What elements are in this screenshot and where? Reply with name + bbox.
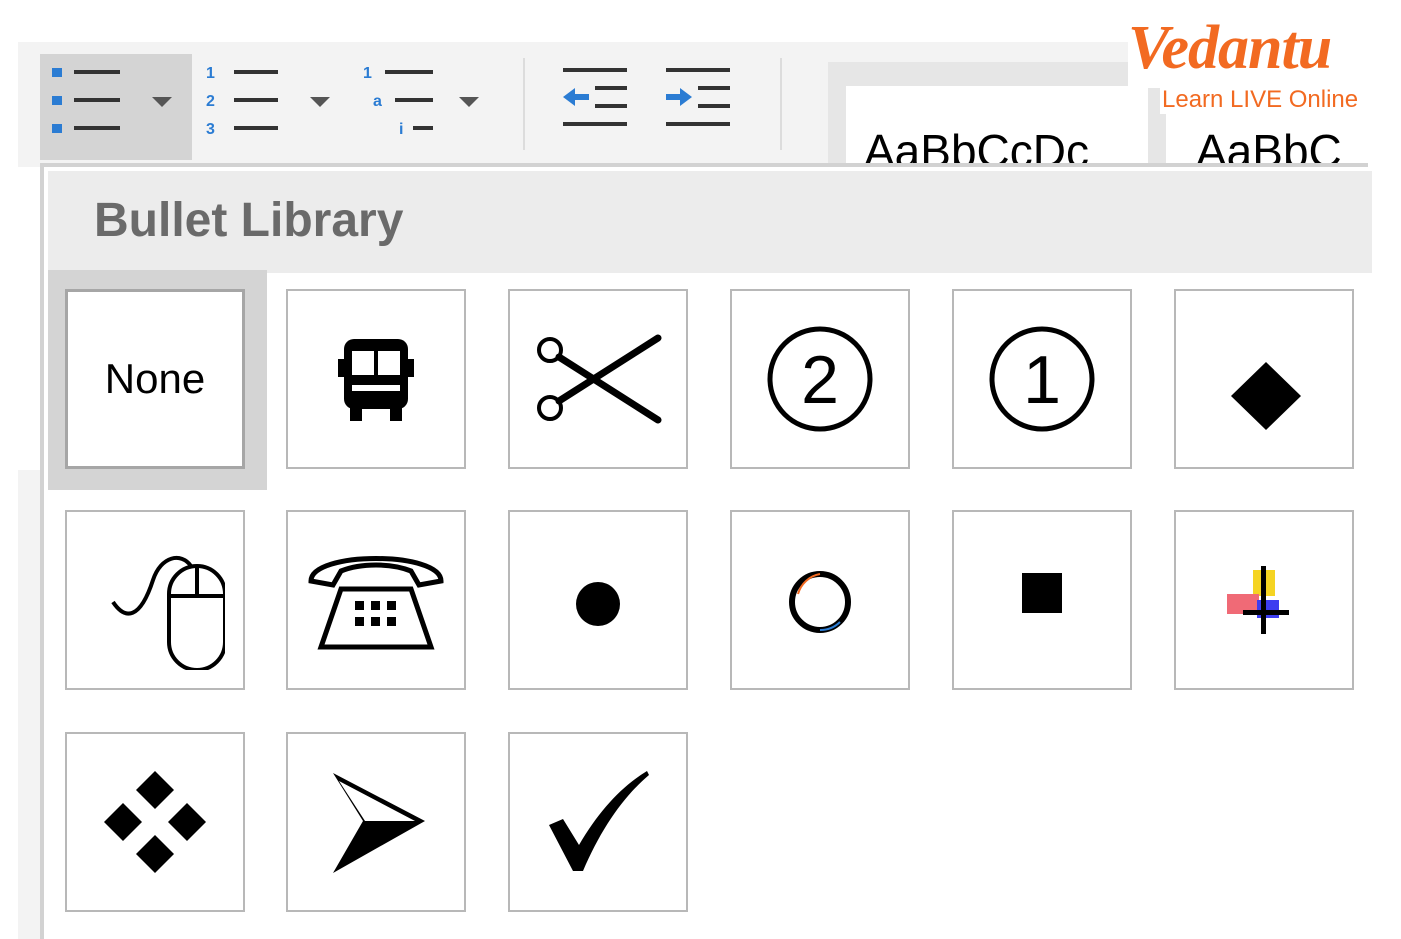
increase-indent-button[interactable] — [658, 60, 738, 140]
logo-name: Vedantu — [1128, 14, 1332, 82]
hollow-circle-icon — [789, 571, 851, 633]
bullet-circled-one[interactable]: 1 — [952, 289, 1132, 469]
bullet-circled-two[interactable]: 2 — [730, 289, 910, 469]
circled-two-icon: 2 — [767, 326, 873, 432]
decrease-indent-button[interactable] — [555, 60, 635, 140]
bullet-filled-square[interactable] — [952, 510, 1132, 690]
scissors-icon — [537, 334, 662, 424]
svg-text:1: 1 — [1023, 342, 1061, 418]
ribbon-separator — [523, 58, 525, 150]
bus-icon — [338, 339, 414, 421]
svg-text:a: a — [373, 93, 382, 110]
circled-one-icon: 1 — [989, 326, 1095, 432]
chevron-down-icon — [459, 97, 479, 107]
arrowhead-icon — [333, 773, 425, 873]
vedantu-logo: Vedantu Learn LIVE Online — [1128, 8, 1373, 114]
filled-square-icon — [1022, 573, 1062, 613]
bullet-library-title: Bullet Library — [94, 194, 404, 247]
multilevel-list-icon: 1 a i — [363, 65, 479, 138]
bullet-none[interactable]: None — [65, 289, 245, 469]
bullet-filled-circle[interactable] — [508, 510, 688, 690]
ribbon-separator — [780, 58, 782, 150]
chevron-down-icon — [310, 97, 330, 107]
numbering-button[interactable]: 1 2 3 — [200, 54, 340, 160]
color-cross-icon — [1227, 566, 1289, 634]
bullet-library-header: Bullet Library — [48, 171, 1372, 273]
bullet-bus[interactable] — [286, 289, 466, 469]
bullet-telephone[interactable] — [286, 510, 466, 690]
decrease-indent-icon — [563, 68, 627, 126]
bullet-checkmark[interactable] — [508, 732, 688, 912]
svg-text:1: 1 — [363, 65, 372, 82]
checkmark-icon — [549, 771, 649, 871]
svg-text:1: 1 — [206, 65, 215, 82]
logo-tagline: Learn LIVE Online — [1160, 86, 1361, 114]
bullet-hollow-circle[interactable] — [730, 510, 910, 690]
increase-indent-icon — [666, 68, 730, 126]
bullet-four-diamonds[interactable] — [65, 732, 245, 912]
document-edge — [18, 470, 40, 939]
bullet-diamond[interactable] — [1174, 289, 1354, 469]
filled-circle-icon — [576, 582, 620, 626]
four-diamonds-icon — [104, 771, 206, 873]
diamond-icon — [1231, 362, 1301, 430]
telephone-icon — [308, 556, 444, 650]
bullet-mouse[interactable] — [65, 510, 245, 690]
bullets-icon — [52, 68, 172, 133]
svg-text:2: 2 — [206, 93, 215, 110]
bullet-scissors[interactable] — [508, 289, 688, 469]
bullet-color-cross[interactable] — [1174, 510, 1354, 690]
svg-text:i: i — [399, 121, 403, 138]
svg-text:3: 3 — [206, 121, 215, 138]
mouse-icon — [111, 555, 225, 670]
chevron-down-icon — [152, 97, 172, 107]
bullet-none-label: None — [104, 355, 206, 402]
svg-text:2: 2 — [801, 342, 839, 418]
bullets-button[interactable] — [40, 54, 192, 160]
multilevel-list-button[interactable]: 1 a i — [355, 54, 495, 160]
numbering-icon: 1 2 3 — [206, 65, 330, 138]
bullet-arrowhead[interactable] — [286, 732, 466, 912]
